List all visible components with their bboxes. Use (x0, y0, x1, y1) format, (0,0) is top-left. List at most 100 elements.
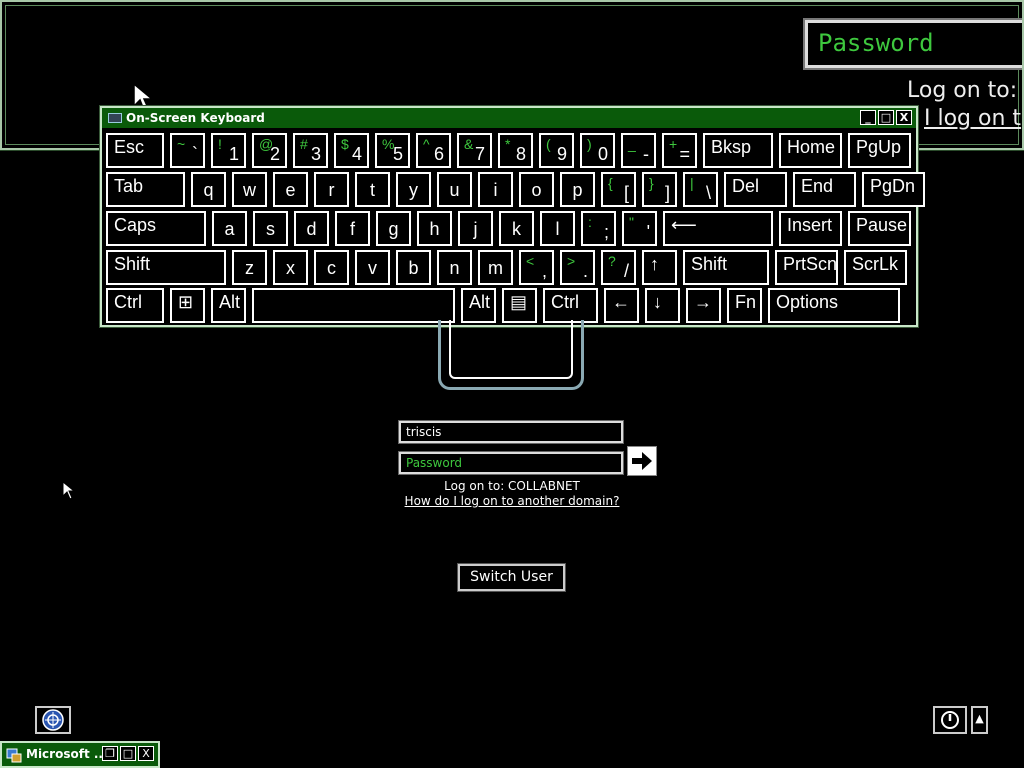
key-n[interactable]: n (437, 250, 472, 285)
close-button[interactable]: X (896, 110, 912, 125)
key-symbol[interactable]: ↓ (645, 288, 680, 323)
key-t[interactable]: t (355, 172, 390, 207)
key-symbol[interactable]: <, (519, 250, 554, 285)
key-m[interactable]: m (478, 250, 513, 285)
key-3[interactable]: #3 (293, 133, 328, 168)
key-o[interactable]: o (519, 172, 554, 207)
key-shift-label: > (567, 253, 576, 269)
key-symbol[interactable]: ⊞ (170, 288, 205, 323)
key-shift-label: + (669, 136, 678, 152)
username-field[interactable]: triscis (398, 420, 624, 444)
key-symbol[interactable]: ▤ (502, 288, 537, 323)
key-symbol[interactable]: ⟵ (663, 211, 773, 246)
minimized-window[interactable]: Microsoft ... ❐ □ X (0, 741, 160, 768)
key-scrlk[interactable]: ScrLk (844, 250, 907, 285)
key-home[interactable]: Home (779, 133, 842, 168)
key-shift[interactable]: Shift (106, 250, 226, 285)
key-l[interactable]: l (540, 211, 575, 246)
key-symbol[interactable]: | \ (683, 172, 718, 207)
key-e[interactable]: e (273, 172, 308, 207)
key-p[interactable]: p (560, 172, 595, 207)
password-field[interactable]: Password (398, 451, 624, 475)
key-symbol[interactable]: ~ ` (170, 133, 205, 168)
key-alt[interactable]: Alt (461, 288, 496, 323)
key-symbol[interactable]: :; (581, 211, 616, 246)
key-v[interactable]: v (355, 250, 390, 285)
key-ctrl[interactable]: Ctrl (106, 288, 164, 323)
key-caps[interactable]: Caps (106, 211, 206, 246)
key-h[interactable]: h (417, 211, 452, 246)
key-symbol[interactable]: ↑ (642, 250, 677, 285)
key-symbol[interactable]: ← (604, 288, 639, 323)
key-x[interactable]: x (273, 250, 308, 285)
another-domain-link[interactable]: How do I log on to another domain? (0, 494, 1024, 508)
restore-button[interactable]: □ (878, 110, 894, 125)
key-1[interactable]: ! 1 (211, 133, 246, 168)
ease-of-access-button[interactable] (35, 706, 71, 734)
on-screen-keyboard-window[interactable]: On-Screen Keyboard _ □ X Esc ~ `! 1 @2 #3 $4% 5… (99, 105, 925, 328)
key-esc[interactable]: Esc (106, 133, 164, 168)
key-q[interactable]: q (191, 172, 226, 207)
shutdown-button[interactable] (933, 706, 967, 734)
key-symbol[interactable]: → (686, 288, 721, 323)
key-symbol[interactable]: >. (560, 250, 595, 285)
mini-close-button[interactable]: X (138, 746, 154, 761)
key-alt[interactable]: Alt (211, 288, 246, 323)
key-4[interactable]: $4 (334, 133, 369, 168)
key-pgup[interactable]: PgUp (848, 133, 911, 168)
key-symbol[interactable]: _ - (621, 133, 656, 168)
key-s[interactable]: s (253, 211, 288, 246)
key-pgdn[interactable]: PgDn (862, 172, 925, 207)
osk-title-bar[interactable]: On-Screen Keyboard _ □ X (102, 108, 916, 128)
key-fn[interactable]: Fn (727, 288, 762, 323)
key-0[interactable]: ) 0 (580, 133, 615, 168)
key-symbol[interactable]: + = (662, 133, 697, 168)
key-c[interactable]: c (314, 250, 349, 285)
key-key[interactable] (252, 288, 455, 323)
key-i[interactable]: i (478, 172, 513, 207)
submit-arrow-button[interactable] (627, 446, 657, 476)
key-shift-label: | (690, 175, 694, 191)
key-f[interactable]: f (335, 211, 370, 246)
key-label: h (429, 219, 440, 239)
mini-restore-button[interactable]: ❐ (102, 746, 118, 761)
key-label: x (286, 258, 295, 278)
key-bksp[interactable]: Bksp (703, 133, 773, 168)
minimize-button[interactable]: _ (860, 110, 876, 125)
key-d[interactable]: d (294, 211, 329, 246)
key-6[interactable]: ^ 6 (416, 133, 451, 168)
key-label: e (285, 180, 296, 200)
key-k[interactable]: k (499, 211, 534, 246)
key-symbol[interactable]: ? / (601, 250, 636, 285)
key-g[interactable]: g (376, 211, 411, 246)
key-ctrl[interactable]: Ctrl (543, 288, 598, 323)
key-y[interactable]: y (396, 172, 431, 207)
key-9[interactable]: (9 (539, 133, 574, 168)
key-symbol[interactable]: }] (642, 172, 677, 207)
key-options[interactable]: Options (768, 288, 900, 323)
key-b[interactable]: b (396, 250, 431, 285)
key-insert[interactable]: Insert (779, 211, 842, 246)
key-5[interactable]: % 5 (375, 133, 410, 168)
key-7[interactable]: & 7 (457, 133, 492, 168)
key-2[interactable]: @2 (252, 133, 287, 168)
key-base-label: 6 (433, 144, 444, 164)
key-end[interactable]: End (793, 172, 856, 207)
key-symbol[interactable]: " ' (622, 211, 657, 246)
key-8[interactable]: * 8 (498, 133, 533, 168)
switch-user-button[interactable]: Switch User (457, 563, 566, 592)
key-w[interactable]: w (232, 172, 267, 207)
key-u[interactable]: u (437, 172, 472, 207)
key-shift[interactable]: Shift (683, 250, 769, 285)
key-a[interactable]: a (212, 211, 247, 246)
key-symbol[interactable]: {[ (601, 172, 636, 207)
key-j[interactable]: j (458, 211, 493, 246)
key-r[interactable]: r (314, 172, 349, 207)
key-pause[interactable]: Pause (848, 211, 911, 246)
key-prtscn[interactable]: PrtScn (775, 250, 838, 285)
key-del[interactable]: Del (724, 172, 787, 207)
key-z[interactable]: z (232, 250, 267, 285)
key-tab[interactable]: Tab (106, 172, 185, 207)
shutdown-options-button[interactable]: ▲ (971, 706, 988, 734)
mini-maximize-button[interactable]: □ (120, 746, 136, 761)
